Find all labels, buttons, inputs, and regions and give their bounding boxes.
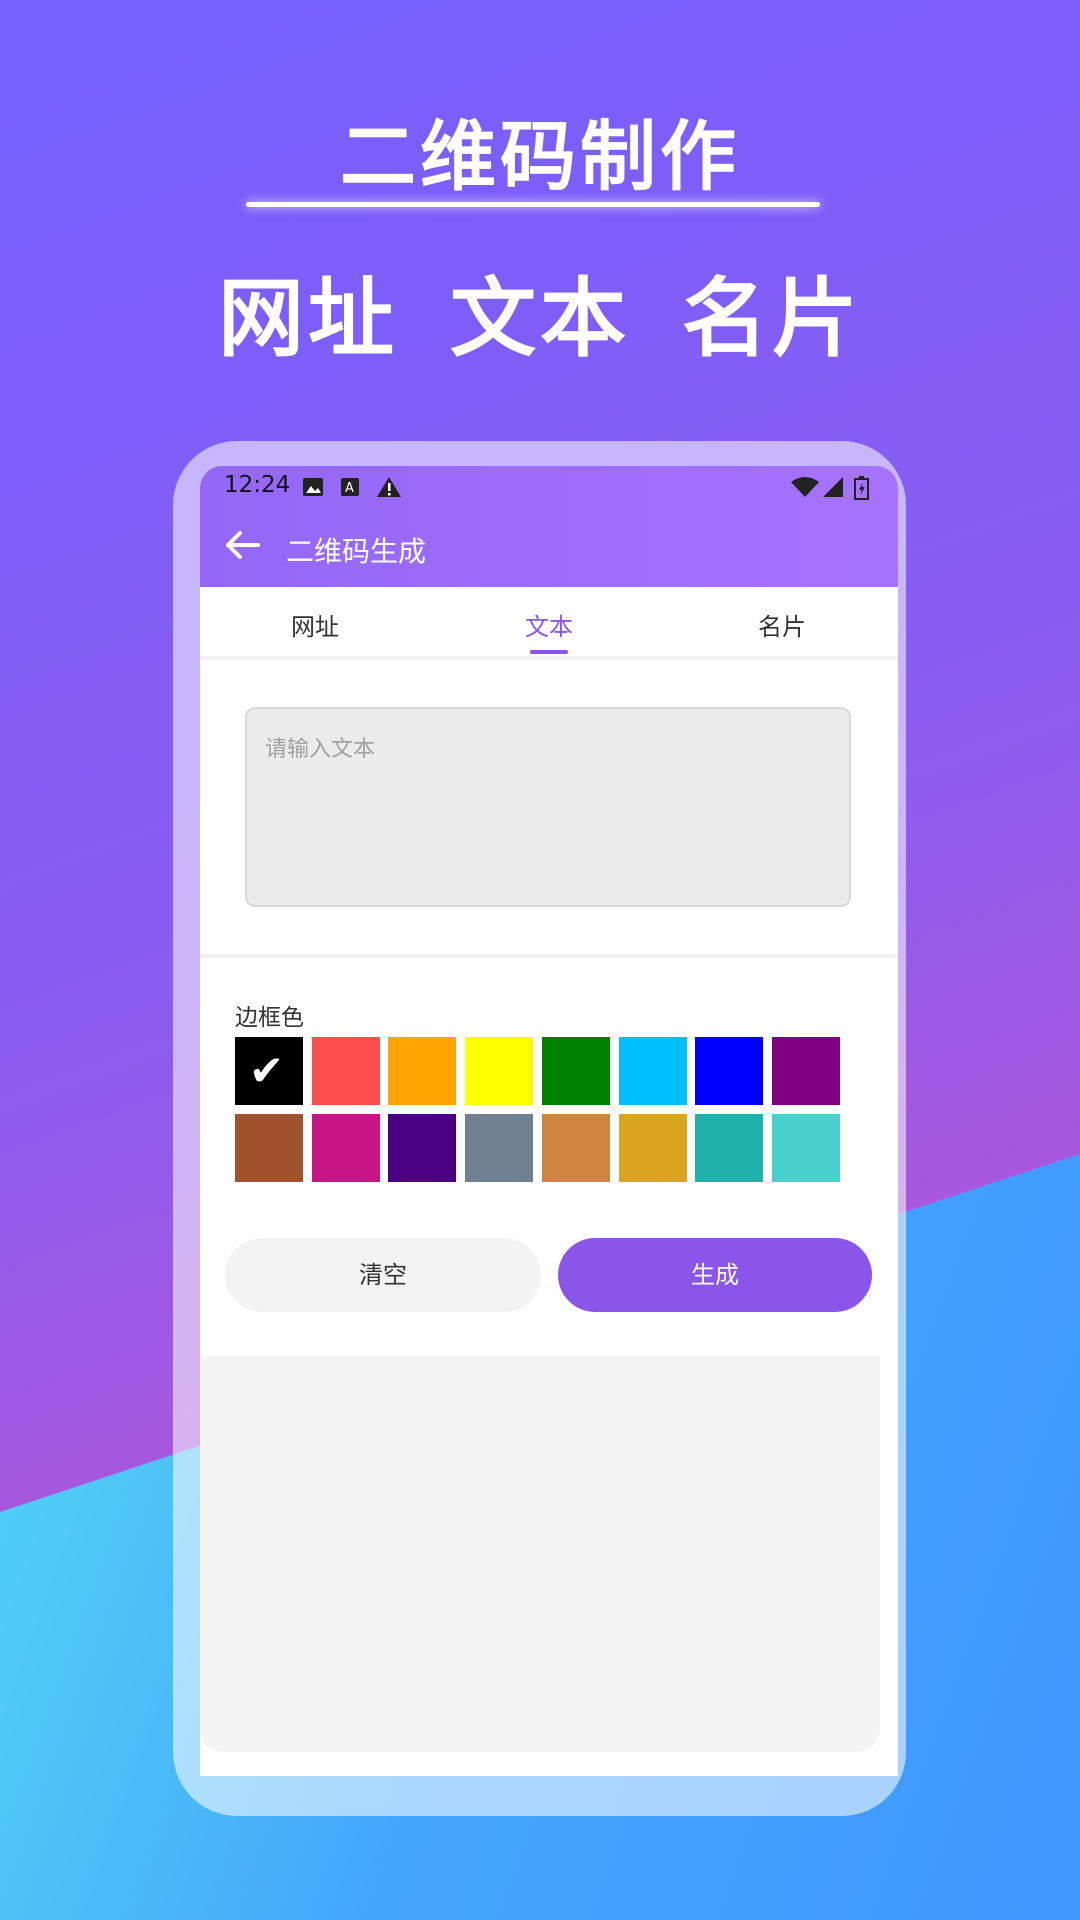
color-swatch[interactable] bbox=[311, 1037, 380, 1105]
color-swatch[interactable] bbox=[235, 1114, 303, 1182]
tab-indicator bbox=[530, 650, 568, 654]
text-input[interactable]: 请输入文本 bbox=[245, 707, 851, 907]
tab-bar: 网址 文本 名片 bbox=[200, 587, 898, 657]
color-swatch[interactable] bbox=[695, 1037, 764, 1105]
color-swatch[interactable] bbox=[618, 1114, 687, 1182]
border-color-label: 边框色 bbox=[235, 1005, 304, 1031]
color-swatch[interactable] bbox=[771, 1037, 840, 1105]
color-swatch[interactable] bbox=[541, 1037, 610, 1105]
app-screen: 12:24 A 二维码生成 网址 文本 名片 请输入文本 边框色 ✔ 清空 生成 bbox=[200, 466, 898, 1776]
section-divider bbox=[200, 954, 898, 958]
clear-button[interactable]: 清空 bbox=[225, 1238, 541, 1312]
tab-divider bbox=[200, 656, 898, 660]
warning-icon bbox=[377, 477, 401, 497]
qr-preview-area bbox=[200, 1356, 880, 1752]
color-swatch[interactable] bbox=[311, 1114, 380, 1182]
color-swatch[interactable] bbox=[388, 1114, 457, 1182]
wifi-icon bbox=[791, 477, 819, 497]
color-swatch[interactable] bbox=[695, 1114, 764, 1182]
status-time: 12:24 bbox=[224, 472, 291, 498]
color-swatch[interactable] bbox=[541, 1114, 610, 1182]
signal-icon bbox=[823, 477, 843, 497]
image-icon bbox=[303, 478, 323, 496]
color-swatch[interactable] bbox=[618, 1037, 687, 1105]
hero-subtitle: 网址 文本 名片 bbox=[218, 269, 862, 369]
color-swatch[interactable] bbox=[388, 1037, 457, 1105]
appbar-title: 二维码生成 bbox=[286, 535, 427, 568]
tab-text[interactable]: 文本 bbox=[489, 607, 609, 642]
svg-text:A: A bbox=[345, 481, 354, 496]
generate-button[interactable]: 生成 bbox=[558, 1238, 872, 1312]
checkmark-icon: ✔ bbox=[249, 1046, 285, 1095]
color-swatch[interactable] bbox=[465, 1037, 534, 1105]
text-a-icon: A bbox=[341, 478, 359, 496]
color-swatch[interactable] bbox=[465, 1114, 534, 1182]
hero-title: 二维码制作 bbox=[340, 112, 740, 201]
color-swatch[interactable] bbox=[771, 1114, 840, 1182]
tab-url[interactable]: 网址 bbox=[255, 607, 375, 642]
arrow-left-icon[interactable] bbox=[224, 530, 260, 560]
color-swatch[interactable]: ✔ bbox=[235, 1037, 303, 1105]
app-bar: 12:24 A 二维码生成 bbox=[200, 466, 898, 587]
tab-card[interactable]: 名片 bbox=[722, 607, 842, 642]
battery-icon bbox=[854, 476, 869, 500]
hero-divider bbox=[246, 202, 820, 207]
